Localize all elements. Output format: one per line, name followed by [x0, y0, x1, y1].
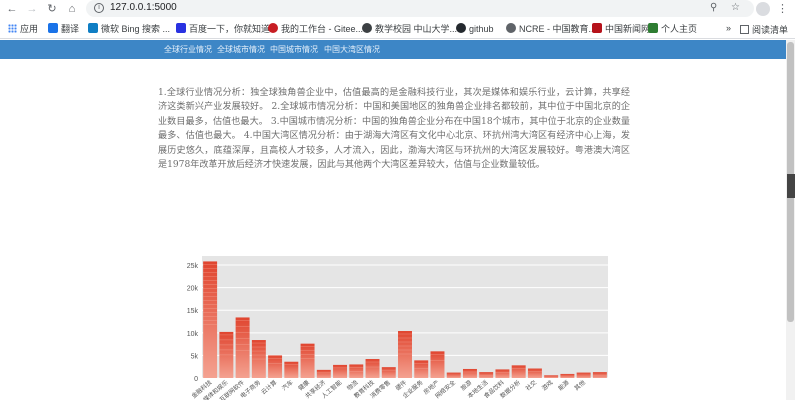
reading-list-button[interactable]: 阅读清单	[740, 23, 788, 36]
bing-icon	[88, 23, 98, 33]
analysis-paragraph: 1.全球行业情况分析：独全球独角兽企业中，估值最高的是金融科技行业，其次是媒体和…	[158, 88, 630, 171]
nav-link-global-city[interactable]: 全球城市情况	[217, 44, 265, 55]
x-tick-label: 物流	[345, 378, 359, 392]
bookmark-ncre[interactable]: NCRE - 中国教育...	[506, 23, 596, 36]
bookmark-campus[interactable]: 教学校园 中山大学...	[362, 23, 457, 36]
x-tick-label: 游戏	[540, 378, 554, 392]
bar	[430, 351, 445, 378]
campus-icon	[362, 23, 372, 33]
bar	[462, 368, 477, 378]
bookmark-star-icon[interactable]: ☆	[731, 2, 740, 13]
x-tick-label: 汽车	[280, 378, 294, 392]
top-navigation: 全球行业情况 全球城市情况 中国城市情况 中国大湾区情况	[0, 40, 786, 59]
address-bar[interactable]: i 127.0.0.1:5000 ⚲ ☆	[86, 0, 754, 17]
bar	[576, 372, 591, 378]
bar	[284, 361, 299, 378]
side-panel-tab[interactable]	[787, 174, 795, 198]
gitee-icon	[268, 23, 278, 33]
bar	[414, 360, 429, 378]
browser-toolbar: ← → ↻ ⌂ i 127.0.0.1:5000 ⚲ ☆ ⋮	[0, 0, 795, 18]
vertical-scrollbar[interactable]	[786, 40, 795, 400]
bar	[446, 372, 461, 378]
reload-icon[interactable]: ↻	[44, 1, 60, 17]
baidu-icon	[176, 23, 186, 33]
y-tick-label: 15k	[187, 308, 199, 315]
bookmark-homepage[interactable]: 个人主页	[648, 23, 697, 36]
x-tick-label: 云计算	[259, 378, 278, 396]
bar	[495, 369, 510, 378]
bar	[203, 261, 218, 378]
bar-chart-svg: 05k10k15k20k25k金融科技媒体和娱乐互联网软件电子商务云计算 汽车 健康…	[187, 256, 608, 400]
browser-window: ← → ↻ ⌂ i 127.0.0.1:5000 ⚲ ☆ ⋮ 应用 翻译 微软 …	[0, 0, 795, 400]
home-icon[interactable]: ⌂	[64, 1, 80, 17]
ncre-icon	[506, 23, 516, 33]
bar	[333, 364, 348, 378]
zoom-search-icon[interactable]: ⚲	[710, 2, 717, 13]
y-tick-label: 25k	[187, 263, 199, 270]
x-tick-label: 其他	[573, 378, 587, 392]
y-tick-label: 10k	[187, 331, 199, 338]
bookmark-baidu[interactable]: 百度一下，你就知道	[176, 23, 270, 36]
x-tick-label: 健康	[296, 378, 310, 392]
page-content: 全球行业情况 全球城市情况 中国城市情况 中国大湾区情况 1.全球行业情况分析：…	[0, 40, 786, 400]
bookmark-translate[interactable]: 翻译	[48, 23, 79, 36]
nav-link-greater-bay[interactable]: 中国大湾区情况	[324, 44, 380, 55]
x-tick-label: 能源	[556, 378, 570, 392]
y-tick-label: 20k	[187, 286, 199, 293]
bar-chart: 0 5k 10k 15k 20k 25k 金融科技 媒体和娱乐 互联网软件 电子商务 云计算 汽车 健康…	[160, 246, 620, 400]
x-tick-label: 旅游	[459, 378, 473, 392]
bar	[560, 373, 575, 378]
bar	[300, 343, 315, 378]
more-bookmarks-icon[interactable]: »	[726, 23, 731, 33]
bar	[349, 364, 364, 378]
bar	[527, 368, 542, 378]
bookmarks-bar: 应用 翻译 微软 Bing 搜索 ... 百度一下，你就知道 我的工作台 - G…	[0, 20, 795, 39]
bar	[268, 355, 283, 378]
bookmark-bing[interactable]: 微软 Bing 搜索 ...	[88, 23, 170, 36]
forward-arrow-icon[interactable]: →	[24, 1, 40, 17]
bar	[544, 375, 559, 378]
back-arrow-icon[interactable]: ←	[4, 1, 20, 17]
nav-link-global-industry[interactable]: 全球行业情况	[164, 44, 212, 55]
bar	[316, 369, 331, 378]
menu-kebab-icon[interactable]: ⋮	[777, 2, 788, 15]
github-icon	[456, 23, 466, 33]
apps-icon	[8, 24, 17, 33]
nav-link-china-city[interactable]: 中国城市情况	[270, 44, 318, 55]
y-tick-label: 0	[194, 376, 198, 383]
x-tick-label: 社交	[524, 378, 538, 392]
bookmark-chinanews[interactable]: 中国新闻网	[592, 23, 650, 36]
x-tick-label: 硬件	[394, 378, 408, 392]
url-text[interactable]: 127.0.0.1:5000	[110, 2, 177, 13]
bar	[511, 365, 526, 378]
reading-list-icon	[740, 25, 749, 34]
profile-avatar-icon[interactable]	[756, 2, 770, 16]
bookmark-apps[interactable]: 应用	[8, 23, 38, 36]
translate-icon	[48, 23, 58, 33]
bookmark-github[interactable]: github	[456, 23, 494, 36]
bar	[381, 367, 396, 378]
y-tick-label: 5k	[191, 353, 199, 360]
homepage-icon	[648, 23, 658, 33]
bookmark-gitee[interactable]: 我的工作台 - Gitee...	[268, 23, 363, 36]
info-icon[interactable]: i	[94, 3, 104, 13]
chinanews-icon	[592, 23, 602, 33]
